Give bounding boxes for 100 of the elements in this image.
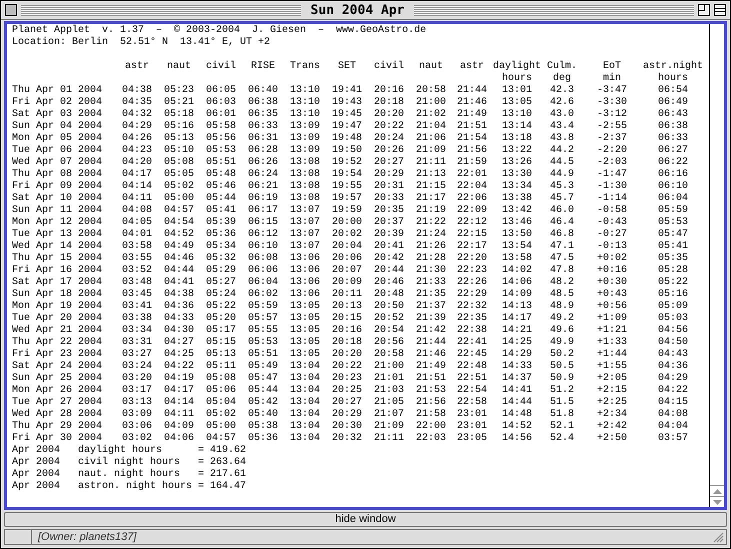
table-cell: 06:33	[248, 121, 278, 133]
table-cell: 04:36	[658, 361, 688, 373]
zoom-box-icon[interactable]	[698, 4, 710, 16]
column-header: SET	[338, 61, 356, 74]
table-cell: 13:06	[290, 277, 320, 289]
table-cell: 19:47	[332, 121, 362, 133]
table-cell: 52.1	[550, 421, 574, 433]
table-cell: 14:06	[502, 277, 532, 289]
resize-grip-icon[interactable]	[712, 531, 724, 543]
scrollbar[interactable]	[709, 24, 724, 507]
table-cell: +2:34	[596, 409, 627, 421]
table-cell: 22:12	[456, 217, 487, 229]
table-cell: 13:08	[290, 169, 320, 181]
table-cell: 21:33	[416, 277, 446, 289]
table-cell: 03:58	[122, 241, 152, 253]
table-cell: 21:17	[416, 193, 446, 205]
table-cell: 06:43	[658, 109, 688, 121]
table-cell: 22:09	[456, 205, 487, 217]
table-cell: 50.2	[550, 349, 574, 361]
table-cell: 20:27	[332, 397, 362, 409]
table-cell: 20:56	[374, 337, 404, 349]
table-cell: 05:03	[658, 313, 688, 325]
table-cell: 06:01	[206, 109, 236, 121]
table-cell: 04:06	[164, 433, 194, 445]
table-cell: 20:11	[332, 289, 362, 301]
table-cell: 04:41	[164, 277, 194, 289]
date-cell: Mon Apr 05 2004	[12, 133, 102, 145]
table-cell: 13:09	[290, 133, 320, 145]
table-cell: 21:19	[416, 205, 446, 217]
table-cell: -0:13	[596, 241, 627, 253]
date-cell-text: Tue Apr 13 2004	[12, 229, 102, 240]
table-cell: 13:04	[290, 397, 320, 409]
table-cell: 21:05	[374, 397, 404, 409]
summary-label: naut. night hours	[78, 469, 180, 480]
table-cell: 47.8	[550, 265, 574, 277]
table-cell: 20:42	[374, 253, 404, 265]
table-cell: 21:02	[416, 109, 446, 121]
scroll-up-icon[interactable]	[710, 485, 724, 496]
table-cell: 04:29	[122, 121, 152, 133]
table-cell: 05:00	[164, 193, 194, 205]
table-cell: 51.2	[550, 385, 574, 397]
table-cell: 05:08	[164, 157, 194, 169]
table-cell: 19:55	[332, 181, 362, 193]
table-cell: 21:04	[416, 121, 446, 133]
table-cell: 22:17	[456, 241, 487, 253]
date-cell-text: Thu Apr 01 2004	[12, 85, 102, 96]
summary-label: astron. night hours	[78, 481, 192, 493]
table-cell: 04:20	[122, 157, 152, 169]
table-cell: 03:13	[122, 397, 152, 409]
table-cell: 45.3	[550, 181, 574, 193]
table-cell: +1:44	[596, 349, 627, 361]
table-cell: 20:25	[332, 385, 362, 397]
table-cell: 05:27	[206, 277, 236, 289]
table-cell: 13:10	[290, 85, 320, 97]
table-cell: -3:30	[596, 97, 627, 109]
table-cell: 04:25	[164, 349, 194, 361]
column-header: civil	[206, 61, 236, 74]
table-cell: 20:32	[332, 433, 362, 445]
table-cell: 20:23	[332, 373, 362, 385]
table-cell: 06:49	[658, 97, 688, 109]
scroll-down-icon[interactable]	[710, 496, 724, 507]
title-bar[interactable]: Sun 2004 Apr	[1, 1, 730, 20]
table-cell: 20:44	[374, 265, 404, 277]
hide-window-button[interactable]: hide window	[4, 512, 727, 527]
table-cell: 20:31	[374, 181, 404, 193]
table-cell: 19:57	[332, 193, 362, 205]
table-cell: 05:51	[248, 349, 278, 361]
table-cell: 06:10	[658, 181, 688, 193]
table-cell: -2:55	[596, 121, 627, 133]
table-cell: 03:06	[122, 421, 152, 433]
close-box-icon[interactable]	[5, 4, 17, 16]
table-cell: 06:28	[248, 145, 278, 157]
table-cell: 21:51	[416, 373, 446, 385]
table-cell: 05:57	[248, 313, 278, 325]
period-label: Apr 2004	[12, 481, 60, 493]
table-cell: 06:21	[248, 181, 278, 193]
table-cell: 06:04	[658, 193, 688, 205]
table-cell: 23:05	[456, 433, 487, 445]
column-header: naut	[166, 61, 191, 74]
table-cell: 05:16	[658, 289, 688, 301]
table-cell: 19:41	[332, 85, 362, 97]
table-cell: 21:26	[416, 241, 446, 253]
table-cell: 14:41	[502, 385, 532, 397]
table-cell: 05:16	[164, 121, 194, 133]
table-cell: 13:34	[502, 181, 532, 193]
table-cell: 05:20	[206, 313, 236, 325]
table-cell: 03:17	[122, 385, 152, 397]
table-cell: 21:46	[416, 349, 446, 361]
column-header: Culm. deg	[546, 61, 577, 85]
table-cell: 21:28	[416, 253, 446, 265]
table-cell: 05:06	[206, 385, 236, 397]
column-header: astr.night hours	[642, 61, 703, 85]
table-cell: 21:37	[416, 301, 446, 313]
table-cell: 21:24	[416, 229, 446, 241]
table-cell: 06:35	[248, 109, 278, 121]
table-cell: 20:20	[332, 349, 362, 361]
table-cell: 52.4	[550, 433, 574, 445]
table-cell: 05:23	[164, 85, 194, 97]
collapse-box-icon[interactable]	[714, 4, 726, 16]
table-cell: 06:15	[248, 217, 278, 229]
